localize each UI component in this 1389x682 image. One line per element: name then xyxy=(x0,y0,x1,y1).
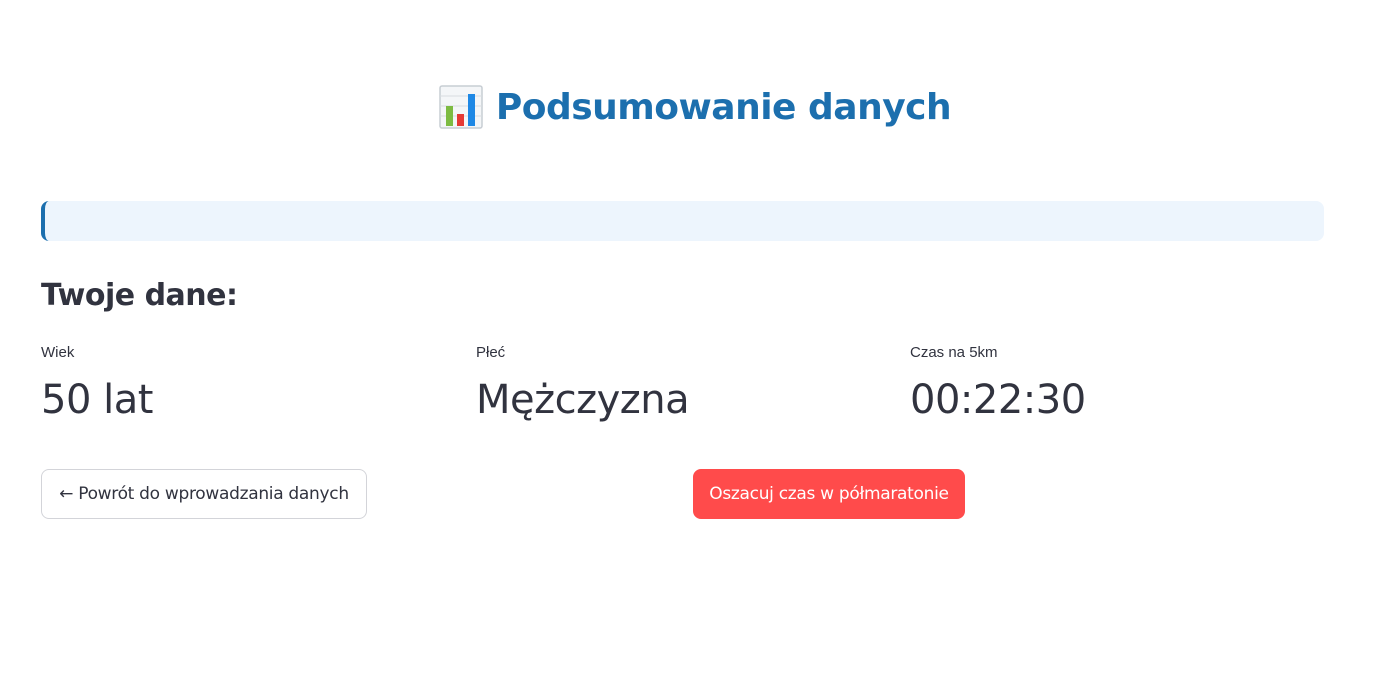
bar-chart-icon xyxy=(438,84,484,130)
page-title-row: Podsumowanie danych xyxy=(0,84,1389,130)
summary-heading: Twoje dane: xyxy=(41,278,238,313)
page: Podsumowanie danych Twoje dane: Wiek 50 … xyxy=(0,0,1389,682)
metric-label: Wiek xyxy=(41,344,75,361)
metric-gender: Płeć Mężczyzna xyxy=(476,344,876,426)
info-box xyxy=(41,201,1324,241)
metric-value: 00:22:30 xyxy=(910,377,1086,423)
metric-label: Czas na 5km xyxy=(910,344,998,361)
back-to-input-button[interactable]: ← Powrót do wprowadzania danych xyxy=(41,469,367,519)
metric-age: Wiek 50 lat xyxy=(41,344,441,426)
estimate-half-marathon-button[interactable]: Oszacuj czas w półmaratonie xyxy=(693,469,965,519)
metric-value: 50 lat xyxy=(41,377,153,423)
page-title: Podsumowanie danych xyxy=(495,86,952,128)
metric-value: Mężczyzna xyxy=(476,377,690,423)
metric-label: Płeć xyxy=(476,344,506,361)
metric-5km-time: Czas na 5km 00:22:30 xyxy=(910,344,1310,426)
